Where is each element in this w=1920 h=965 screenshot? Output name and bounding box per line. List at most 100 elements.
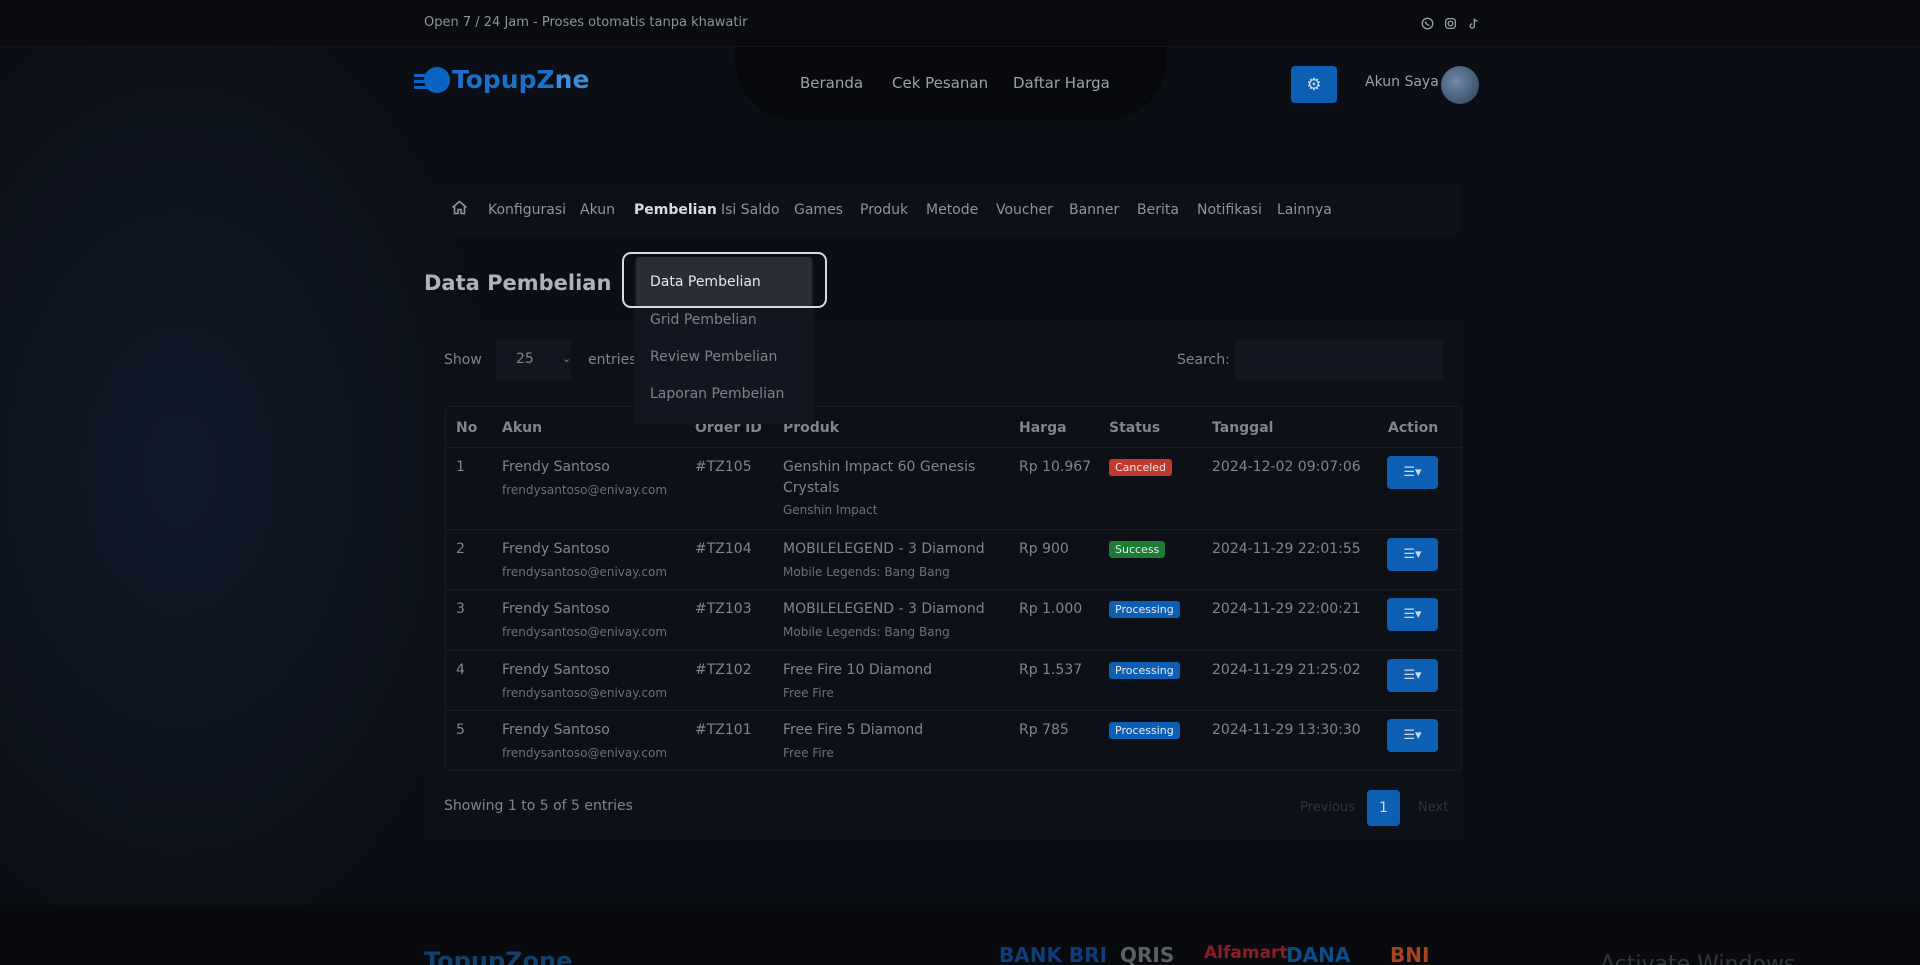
row-action-button[interactable]: ☰▾: [1387, 538, 1438, 571]
cell-order-id: #TZ102: [695, 662, 752, 678]
cell-product: Free Fire 10 Diamond: [783, 662, 933, 678]
account-label[interactable]: Akun Saya: [1365, 74, 1439, 90]
cell-price: Rp 1.537: [1019, 662, 1083, 678]
search-label: Search:: [1177, 352, 1230, 368]
header-tanggal[interactable]: Tanggal: [1212, 420, 1273, 436]
payment-alfamart-logo: Alfamart: [1204, 943, 1288, 963]
cell-price: Rp 785: [1019, 722, 1069, 738]
cell-product-cont: Crystals: [783, 480, 840, 496]
row-action-button[interactable]: ☰▾: [1387, 456, 1438, 489]
table-row: 3 Frendy Santoso frendysantoso@enivay.co…: [446, 589, 1461, 650]
cell-game: Mobile Legends: Bang Bang: [783, 625, 950, 639]
cell-name: Frendy Santoso: [502, 541, 610, 557]
entries-select[interactable]: 25: [496, 339, 571, 381]
cell-no: 1: [456, 459, 465, 475]
nav-daftar-harga[interactable]: Daftar Harga: [1013, 74, 1110, 92]
whatsapp-icon[interactable]: [1420, 16, 1435, 31]
cell-email: frendysantoso@enivay.com: [502, 686, 668, 700]
menu-produk[interactable]: Produk: [860, 202, 908, 218]
cell-date: 2024-12-02 09:07:06: [1212, 459, 1361, 475]
cell-no: 2: [456, 541, 465, 557]
cell-email: frendysantoso@enivay.com: [502, 565, 668, 579]
dropdown-grid-pembelian[interactable]: Grid Pembelian: [650, 312, 757, 328]
home-icon[interactable]: [451, 200, 468, 219]
menu-notifikasi[interactable]: Notifikasi: [1197, 202, 1262, 218]
status-badge: Canceled: [1109, 459, 1173, 476]
entries-label: entries: [588, 352, 637, 368]
menu-banner[interactable]: Banner: [1069, 202, 1119, 218]
menu-akun[interactable]: Akun: [580, 202, 615, 218]
header-status[interactable]: Status: [1109, 420, 1160, 436]
cell-date: 2024-11-29 13:30:30: [1212, 722, 1361, 738]
cell-order-id: #TZ104: [695, 541, 752, 557]
menu-lainnya[interactable]: Lainnya: [1277, 202, 1332, 218]
os-watermark: Activate Windows: [1600, 952, 1796, 965]
table-row: 2 Frendy Santoso frendysantoso@enivay.co…: [446, 529, 1461, 589]
menu-voucher[interactable]: Voucher: [996, 202, 1053, 218]
cell-game: Genshin Impact: [783, 503, 878, 517]
header-harga[interactable]: Harga: [1019, 420, 1067, 436]
status-badge: Processing: [1109, 722, 1180, 739]
row-action-button[interactable]: ☰▾: [1387, 719, 1438, 752]
search-input[interactable]: [1235, 339, 1443, 381]
cell-date: 2024-11-29 21:25:02: [1212, 662, 1361, 678]
header-akun[interactable]: Akun: [502, 420, 542, 436]
status-badge: Processing: [1109, 662, 1180, 679]
brand-logo[interactable]: Topup Z ne: [414, 65, 590, 94]
nav-cek-pesanan[interactable]: Cek Pesanan: [892, 74, 988, 92]
chevron-down-icon: ⌄: [562, 352, 572, 365]
pagination-current-label: 1: [1379, 800, 1388, 816]
avatar[interactable]: [1441, 66, 1479, 104]
dropdown-review-pembelian[interactable]: Review Pembelian: [650, 349, 777, 365]
menu-caret-icon: ☰▾: [1403, 547, 1422, 562]
topbar-text: Open 7 / 24 Jam - Proses otomatis tanpa …: [424, 15, 748, 30]
menu-konfigurasi[interactable]: Konfigurasi: [488, 202, 566, 218]
pagination-previous[interactable]: Previous: [1300, 800, 1355, 815]
settings-button[interactable]: ⚙: [1291, 66, 1337, 103]
purchase-table: No Akun Order ID Produk Harga Status Tan…: [445, 406, 1462, 771]
footer-logo: TopupZone: [424, 947, 573, 965]
status-badge: Processing: [1109, 601, 1180, 618]
cell-game: Mobile Legends: Bang Bang: [783, 565, 950, 579]
cell-game: Free Fire: [783, 746, 834, 760]
instagram-icon[interactable]: [1443, 16, 1458, 31]
header-action[interactable]: Action: [1388, 420, 1438, 436]
row-action-button[interactable]: ☰▾: [1387, 659, 1438, 692]
table-info: Showing 1 to 5 of 5 entries: [444, 798, 633, 814]
logo-mark-icon: [414, 66, 450, 93]
page-title: Data Pembelian: [424, 271, 612, 295]
cell-name: Frendy Santoso: [502, 601, 610, 617]
nav-beranda[interactable]: Beranda: [800, 74, 863, 92]
cell-email: frendysantoso@enivay.com: [502, 625, 668, 639]
payment-bri-logo: BANK BRI: [999, 943, 1108, 965]
gear-icon: ⚙: [1306, 74, 1322, 95]
cell-no: 4: [456, 662, 465, 678]
cell-no: 5: [456, 722, 465, 738]
dropdown-laporan-pembelian[interactable]: Laporan Pembelian: [650, 386, 784, 402]
cell-product: Genshin Impact 60 Genesis: [783, 459, 976, 475]
menu-caret-icon: ☰▾: [1403, 465, 1422, 480]
menu-caret-icon: ☰▾: [1403, 607, 1422, 622]
menu-berita[interactable]: Berita: [1137, 202, 1179, 218]
row-action-button[interactable]: ☰▾: [1387, 598, 1438, 631]
status-badge: Success: [1109, 541, 1166, 558]
cell-price: Rp 10.967: [1019, 459, 1092, 475]
header-no[interactable]: No: [456, 420, 477, 436]
pagination-page-1[interactable]: 1: [1367, 790, 1400, 826]
tiktok-icon[interactable]: [1466, 16, 1481, 31]
menu-isi-saldo[interactable]: Isi Saldo: [721, 202, 780, 218]
cell-order-id: #TZ103: [695, 601, 752, 617]
menu-pembelian[interactable]: Pembelian: [634, 202, 717, 218]
logo-text-part1: Topup: [452, 65, 537, 94]
menu-metode[interactable]: Metode: [926, 202, 978, 218]
payment-bni-logo: BNI: [1390, 943, 1430, 965]
cell-order-id: #TZ101: [695, 722, 752, 738]
show-label: Show: [444, 352, 482, 368]
entries-select-value: 25: [516, 351, 534, 367]
menu-games[interactable]: Games: [794, 202, 843, 218]
cell-email: frendysantoso@enivay.com: [502, 746, 668, 760]
logo-text-part3: ne: [554, 65, 590, 94]
pagination-next[interactable]: Next: [1418, 800, 1448, 815]
cell-no: 3: [456, 601, 465, 617]
purchase-table-card: Show 25 ⌄ entries Search: No Akun Order …: [424, 318, 1462, 838]
